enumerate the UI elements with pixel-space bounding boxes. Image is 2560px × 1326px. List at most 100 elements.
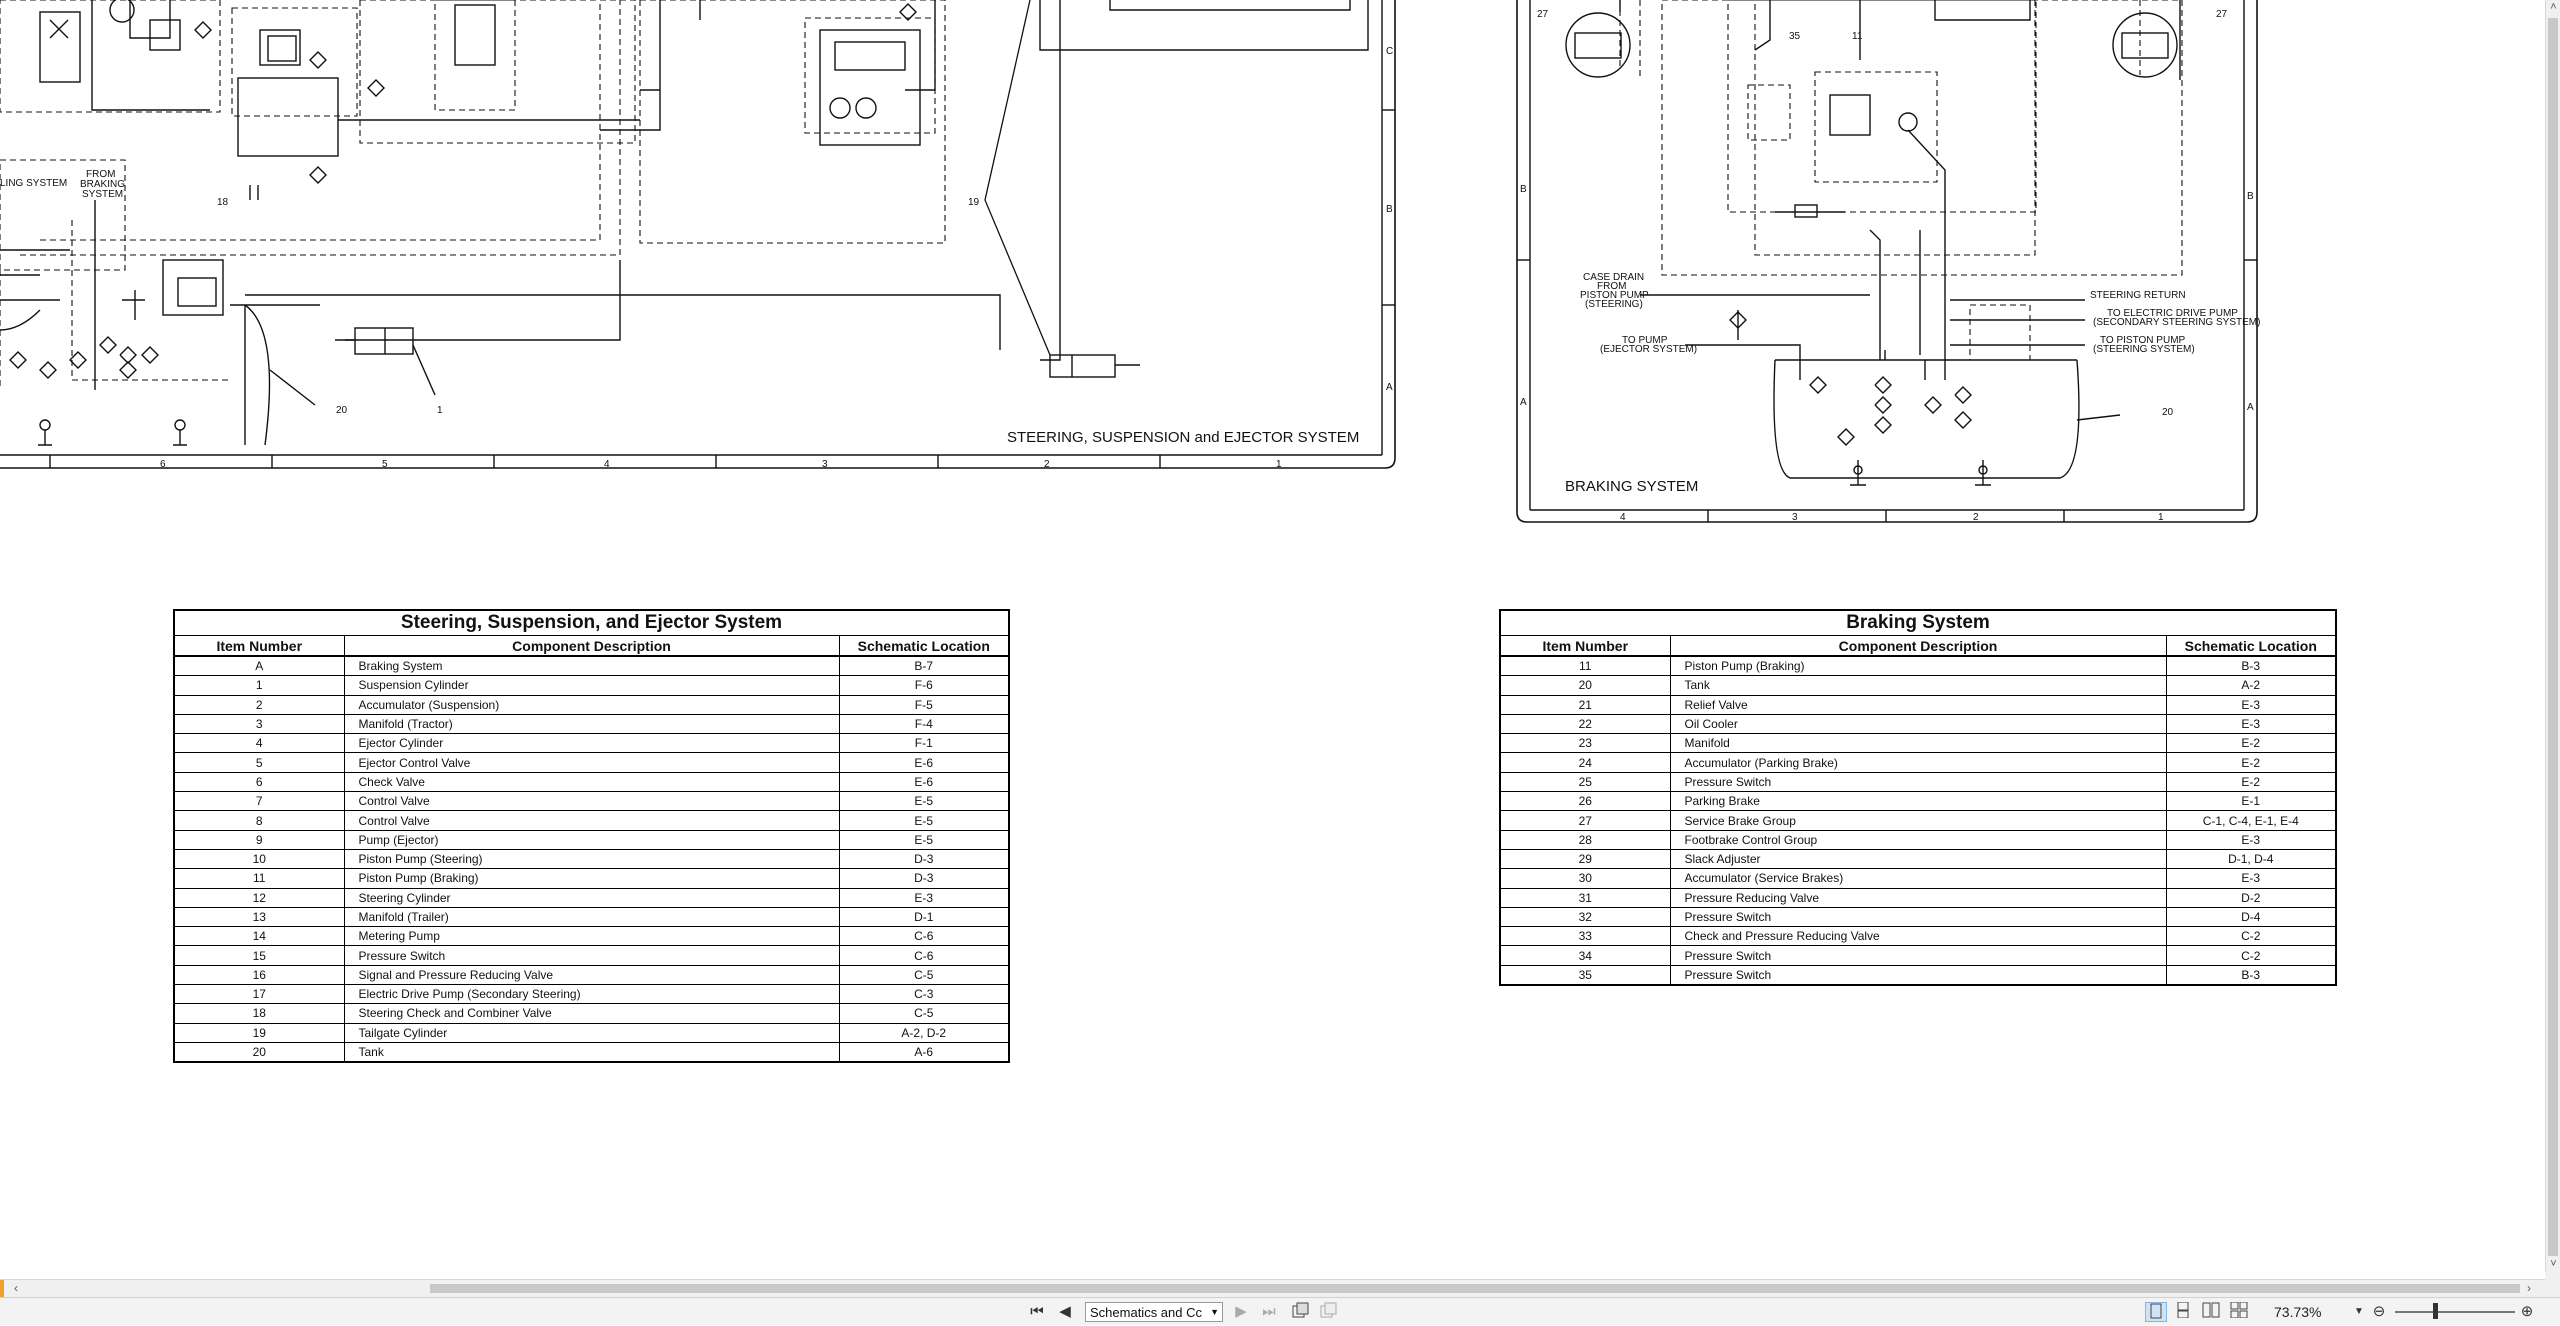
ruler-tick: 1: [2158, 512, 2164, 523]
component-description-cell: Manifold (Tractor): [343, 713, 840, 735]
zoom-in-icon[interactable]: ⊕: [2518, 1302, 2536, 1322]
component-description-cell: Manifold: [1669, 733, 2167, 754]
vertical-scroll-thumb[interactable]: [2548, 18, 2558, 1256]
item-number-cell: 19: [173, 1022, 345, 1043]
zoom-dropdown-icon[interactable]: ▼: [2352, 1302, 2366, 1322]
component-description-cell: Steering Cylinder: [343, 887, 840, 908]
component-description-cell: Manifold (Trailer): [343, 906, 840, 928]
schematic-location-cell: C-6: [838, 926, 1010, 947]
component-description-cell: Ejector Cylinder: [343, 733, 840, 754]
table-row: 27 Service Brake Group C-1, C-4, E-1, E-4: [1499, 810, 2337, 831]
item-number-cell: 20: [173, 1041, 345, 1063]
item-number-cell: 33: [1499, 926, 1671, 947]
table-row: 33 Check and Pressure Reducing Valve C-2: [1499, 926, 2337, 947]
component-description-cell: Braking System: [343, 655, 840, 677]
schematic-location-cell: D-3: [838, 868, 1010, 889]
zoom-level[interactable]: 73.73%: [2274, 1303, 2321, 1322]
ruler-tick: 4: [604, 459, 610, 470]
table-row: 4 Ejector Cylinder F-1: [173, 733, 1010, 754]
zone-label: B: [1520, 184, 1527, 195]
next-page-button[interactable]: ▶: [1232, 1302, 1250, 1322]
two-page-continuous-icon[interactable]: [2228, 1301, 2250, 1322]
component-description-cell: Check and Pressure Reducing Valve: [1669, 926, 2167, 947]
schematic-label: LING SYSTEM: [0, 178, 67, 189]
schematic-location-cell: F-4: [838, 713, 1010, 735]
scroll-edge-marker: [0, 1280, 4, 1298]
scroll-down-arrow-icon[interactable]: ˅: [2546, 1257, 2560, 1272]
ruler-tick: 3: [822, 459, 828, 470]
table-row: 31 Pressure Reducing Valve D-2: [1499, 887, 2337, 908]
schematic-location-cell: B-3: [2165, 964, 2337, 986]
schematic-location-cell: E-2: [2165, 752, 2337, 773]
table-row: 29 Slack Adjuster D-1, D-4: [1499, 848, 2337, 870]
table-row: 25 Pressure Switch E-2: [1499, 771, 2337, 793]
zoom-out-icon[interactable]: ⊖: [2370, 1302, 2388, 1322]
horizontal-scrollbar[interactable]: ‹ ›: [0, 1279, 2545, 1298]
schematic-location-cell: C-1, C-4, E-1, E-4: [2165, 810, 2337, 831]
component-description-cell: Pressure Switch: [1669, 945, 2167, 966]
item-number-cell: 7: [173, 791, 345, 812]
item-number-cell: 16: [173, 964, 345, 986]
scroll-right-arrow-icon[interactable]: ›: [2521, 1280, 2537, 1298]
item-number-cell: 9: [173, 829, 345, 850]
document-view[interactable]: STEERING, SUSPENSION and EJECTOR SYSTEM …: [0, 0, 2545, 1272]
ruler-tick: 3: [1792, 512, 1798, 523]
next-view-icon[interactable]: [1318, 1302, 1340, 1322]
component-description-cell: Electric Drive Pump (Secondary Steering): [343, 984, 840, 1005]
schematic-location-cell: E-2: [2165, 771, 2337, 793]
steering-parts-table: Steering, Suspension, and Ejector System…: [173, 609, 1010, 1064]
item-number-cell: 32: [1499, 906, 1671, 928]
item-number-cell: 11: [173, 868, 345, 889]
zoom-slider-handle[interactable]: [2433, 1303, 2438, 1319]
scroll-left-arrow-icon[interactable]: ‹: [8, 1280, 24, 1298]
schematic-location-cell: E-1: [2165, 791, 2337, 812]
page-select-dropdown[interactable]: Schematics and Cc ▼: [1085, 1302, 1223, 1322]
prev-page-button[interactable]: ◀: [1056, 1302, 1074, 1322]
callout-number: 11: [1852, 31, 1863, 42]
component-description-cell: Oil Cooler: [1669, 713, 2167, 735]
table-row: 7 Control Valve E-5: [173, 791, 1010, 812]
schematic-location-cell: C-2: [2165, 926, 2337, 947]
callout-number: 19: [968, 197, 980, 208]
schematic-label: SYSTEM: [82, 189, 123, 200]
vertical-scrollbar[interactable]: ˄ ˅: [2545, 0, 2560, 1272]
item-number-cell: 6: [173, 771, 345, 793]
horizontal-scroll-thumb[interactable]: [430, 1284, 2520, 1293]
status-bar: ⏮ ◀ Schematics and Cc ▼ ▶ ⏭ 73.73% ▼ ⊖ ⊕: [0, 1297, 2560, 1325]
table-row: 10 Piston Pump (Steering) D-3: [173, 848, 1010, 870]
component-description-cell: Accumulator (Parking Brake): [1669, 752, 2167, 773]
item-number-cell: 23: [1499, 733, 1671, 754]
single-page-view-icon[interactable]: [2145, 1302, 2167, 1322]
ruler-tick: 6: [160, 459, 166, 470]
item-number-cell: 27: [1499, 810, 1671, 831]
item-number-cell: 3: [173, 713, 345, 735]
component-description-cell: Accumulator (Suspension): [343, 694, 840, 715]
item-number-cell: 20: [1499, 675, 1671, 696]
schematic-label: (SECONDARY STEERING SYSTEM): [2093, 317, 2260, 328]
schematic-location-cell: E-6: [838, 771, 1010, 793]
item-number-cell: 34: [1499, 945, 1671, 966]
schematic-location-cell: D-2: [2165, 887, 2337, 908]
zoom-slider-track[interactable]: [2395, 1311, 2515, 1313]
table-row: 5 Ejector Control Valve E-6: [173, 752, 1010, 773]
schematic-location-cell: C-2: [2165, 945, 2337, 966]
component-description-cell: Steering Check and Combiner Valve: [343, 1003, 840, 1024]
two-page-view-icon[interactable]: [2200, 1302, 2222, 1322]
component-description-cell: Signal and Pressure Reducing Valve: [343, 964, 840, 986]
previous-view-icon[interactable]: [1290, 1302, 1312, 1322]
table-row: 18 Steering Check and Combiner Valve C-5: [173, 1003, 1010, 1024]
scroll-up-arrow-icon[interactable]: ˄: [2546, 0, 2560, 15]
schematic-right-title: BRAKING SYSTEM: [1565, 478, 1698, 495]
first-page-button[interactable]: ⏮: [1028, 1302, 1046, 1322]
item-number-cell: 35: [1499, 964, 1671, 986]
table-row: 16 Signal and Pressure Reducing Valve C-5: [173, 964, 1010, 986]
table-row: 26 Parking Brake E-1: [1499, 791, 2337, 812]
last-page-button[interactable]: ⏭: [1258, 1302, 1280, 1322]
continuous-view-icon[interactable]: [2172, 1301, 2194, 1322]
table-row: 6 Check Valve E-6: [173, 771, 1010, 793]
item-number-cell: 22: [1499, 713, 1671, 735]
schematic-location-cell: D-1, D-4: [2165, 848, 2337, 870]
component-description-cell: Slack Adjuster: [1669, 848, 2167, 870]
schematic-location-cell: E-3: [2165, 868, 2337, 889]
schematic-location-cell: A-6: [838, 1041, 1010, 1063]
